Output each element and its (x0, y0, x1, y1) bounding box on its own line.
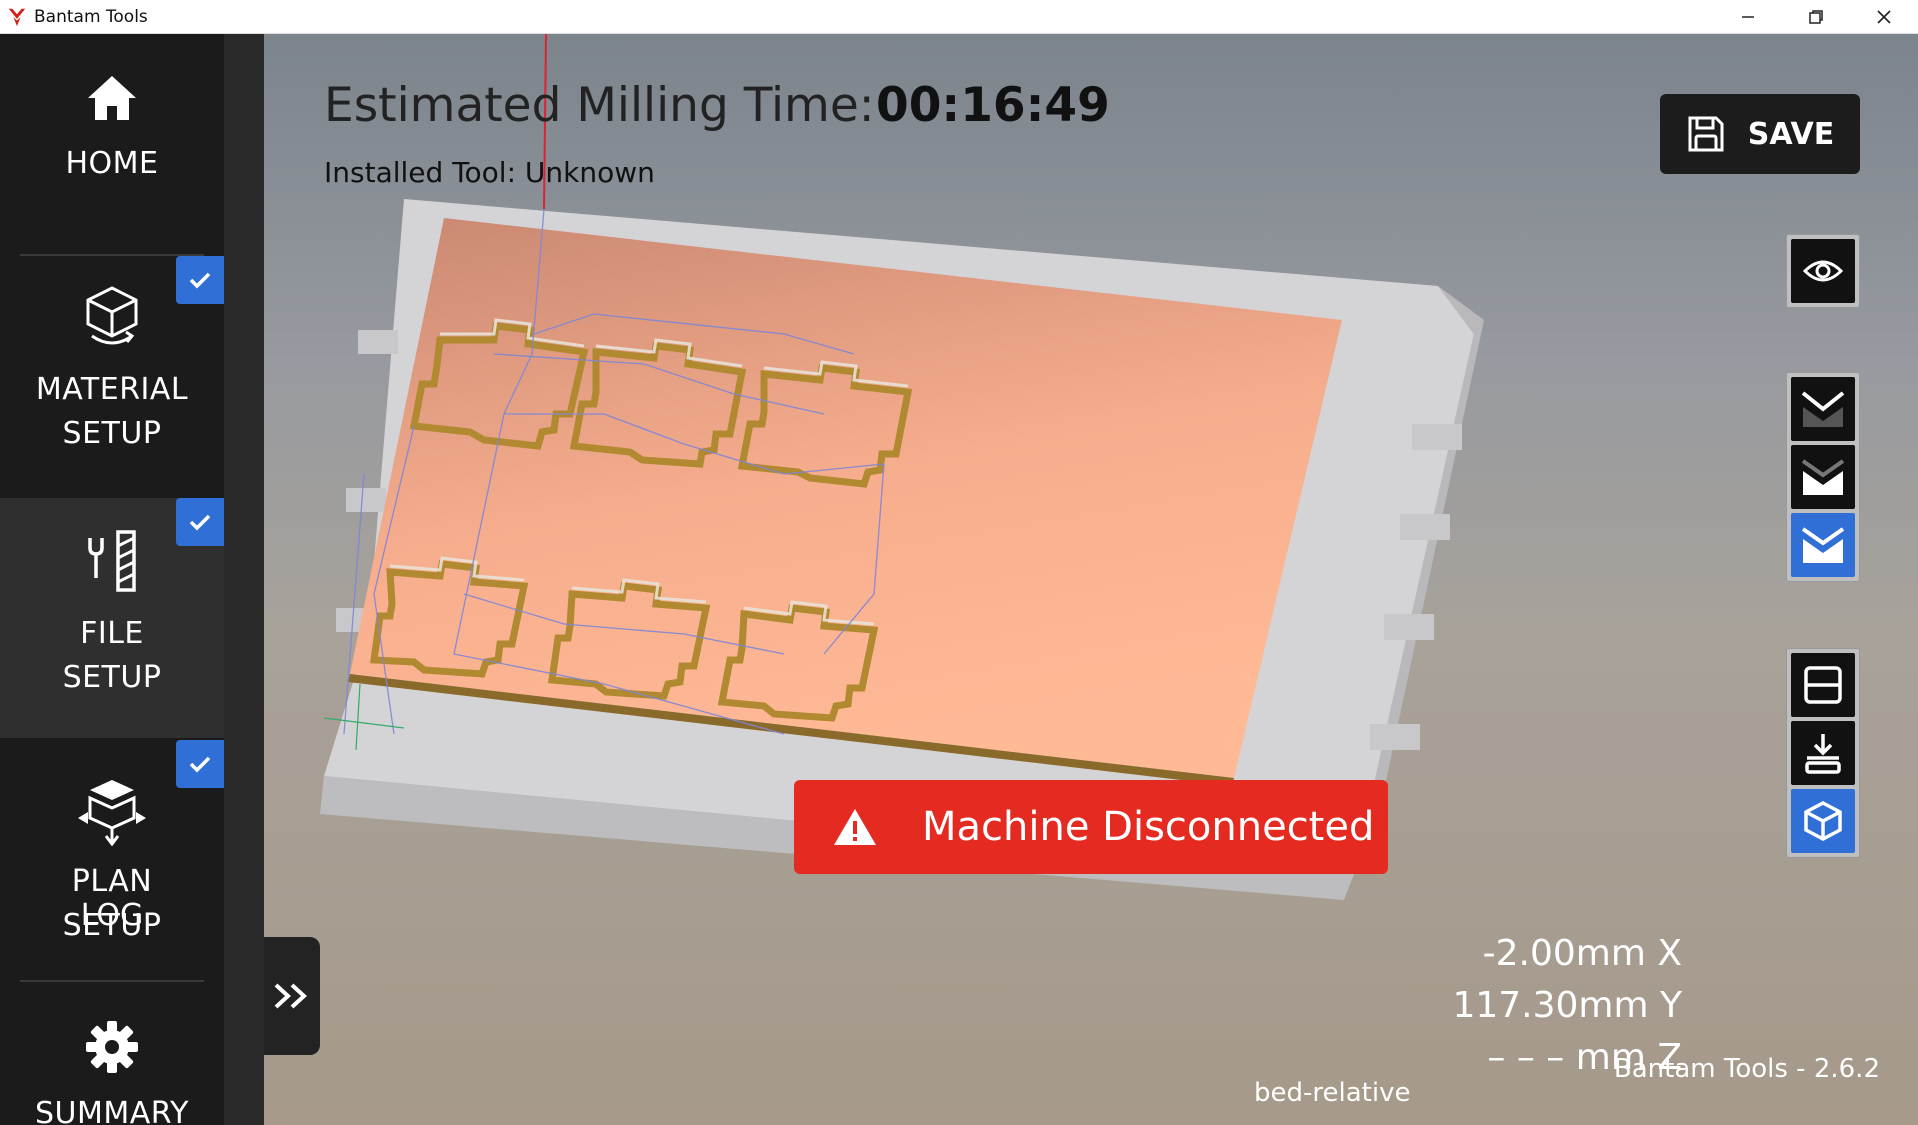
save-button-label: SAVE (1747, 116, 1835, 152)
sidebar-item-summary[interactable]: SUMMARY (0, 1020, 224, 1125)
depth-view-1-icon (1801, 391, 1845, 427)
depth-view-2-button[interactable] (1791, 445, 1855, 509)
camera-view-group (1786, 648, 1860, 858)
position-x: -2.00mm X (1482, 933, 1682, 974)
plan-setup-check-badge (176, 740, 224, 788)
sidebar-item-label: SUMMARY (34, 1096, 190, 1125)
floppy-disk-icon (1688, 116, 1724, 152)
iso-cube-icon (1804, 801, 1842, 841)
material-setup-check-badge (176, 256, 224, 304)
depth-view-3-icon (1801, 527, 1845, 563)
material-cube-icon (86, 286, 138, 345)
window-title: Bantam Tools (34, 6, 148, 27)
depth-view-3-button[interactable] (1791, 513, 1855, 577)
checkmark-icon (189, 756, 211, 773)
sidebar-edge (224, 34, 264, 1125)
alert-text: Machine Disconnected (922, 804, 1375, 850)
top-view-icon (1804, 666, 1842, 704)
coordinate-mode-label[interactable]: bed-relative (1254, 1078, 1410, 1108)
sidebar-item-log[interactable]: LOG (0, 898, 224, 933)
estimated-time-label: Estimated Milling Time: (324, 78, 875, 133)
depth-view-group (1786, 372, 1860, 582)
load-position-icon (1805, 734, 1841, 774)
title-bar: Bantam Tools (0, 0, 1918, 34)
sidebar-item-label: MATERIAL SETUP (35, 372, 189, 451)
version-label: Bantam Tools - 2.6.2 (1613, 1054, 1880, 1084)
plan-cube-icon (78, 780, 146, 846)
close-button[interactable] (1850, 0, 1918, 34)
double-chevron-right-icon (274, 983, 307, 1009)
load-position-button[interactable] (1791, 721, 1855, 785)
tools-icon (88, 530, 136, 592)
sidebar-item-label: FILE SETUP (62, 616, 162, 695)
bantam-logo-icon (8, 8, 26, 26)
3d-viewport[interactable]: Estimated Milling Time: 00:16:49 Install… (264, 34, 1918, 1125)
visibility-toggle-button[interactable] (1791, 239, 1855, 303)
file-setup-check-badge (176, 498, 224, 546)
eye-icon (1803, 260, 1843, 282)
minimize-icon (1742, 16, 1754, 18)
position-y: 117.30mm Y (1452, 985, 1682, 1026)
minimize-button[interactable] (1714, 0, 1782, 34)
gear-icon (86, 1021, 138, 1073)
depth-view-2-icon (1801, 459, 1845, 495)
sidebar: HOME MATERIAL SETUP FILE SETUP PLAN SETU… (0, 34, 224, 1125)
installed-tool-label: Installed Tool: Unknown (324, 156, 655, 189)
expand-sidebar-button[interactable] (264, 937, 320, 1055)
save-button[interactable]: SAVE (1660, 94, 1860, 174)
depth-view-1-button[interactable] (1791, 377, 1855, 441)
warning-icon (834, 809, 876, 845)
divider (20, 980, 204, 982)
iso-view-button[interactable] (1791, 789, 1855, 853)
sidebar-item-label: HOME (65, 146, 159, 181)
checkmark-icon (189, 272, 211, 289)
home-icon (88, 76, 136, 120)
sidebar-item-home[interactable]: HOME (0, 74, 224, 244)
close-icon (1877, 10, 1891, 24)
restore-icon (1809, 10, 1823, 24)
top-view-button[interactable] (1791, 653, 1855, 717)
restore-button[interactable] (1782, 0, 1850, 34)
estimated-time-value: 00:16:49 (876, 78, 1110, 133)
checkmark-icon (189, 514, 211, 531)
machine-disconnected-alert[interactable]: Machine Disconnected (794, 780, 1388, 874)
visibility-group (1786, 234, 1860, 308)
